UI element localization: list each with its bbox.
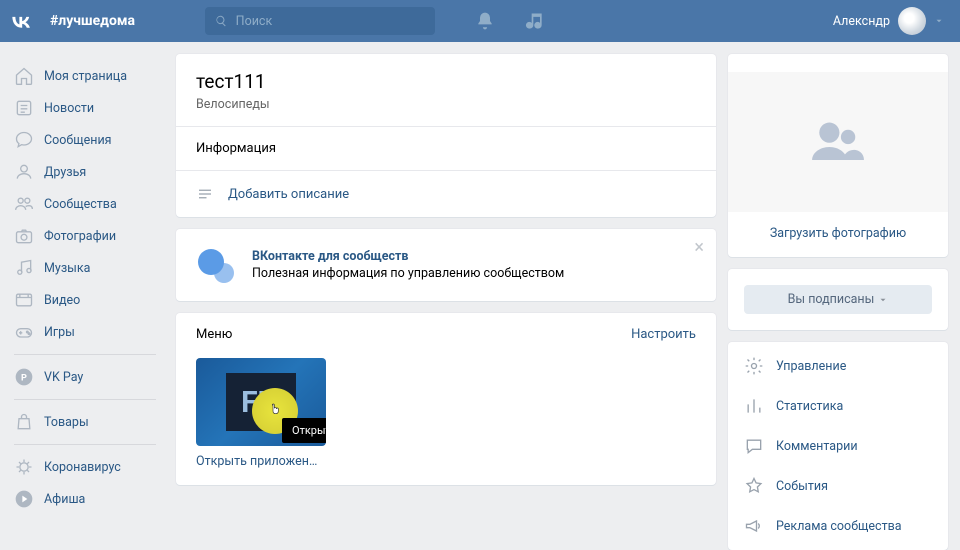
sidebar-item-events[interactable]: Афиша [6, 483, 164, 515]
close-icon[interactable]: × [694, 241, 704, 255]
svg-text:P: P [21, 373, 27, 383]
megaphone-icon [744, 516, 764, 536]
news-icon [14, 98, 34, 118]
sidebar-item-label: Афиша [44, 492, 85, 507]
music-note-icon [14, 258, 34, 278]
group-header-card: тест111 Велосипеды Информация Добавить о… [176, 54, 716, 217]
home-icon [14, 66, 34, 86]
stats-icon [744, 396, 764, 416]
sidebar-item-groups[interactable]: Сообщества [6, 188, 164, 220]
sidebar-item-label: Друзья [44, 165, 86, 180]
tip-text: Полезная информация по управлению сообще… [252, 266, 564, 281]
bag-icon [14, 412, 34, 432]
sidebar-item-label: Игры [44, 325, 75, 340]
sidebar-item-label: Сообщества [44, 197, 117, 212]
music-icon[interactable] [525, 11, 545, 31]
upload-photo[interactable]: Загрузить фотографию [770, 226, 906, 241]
sidebar-item-vkpay[interactable]: P VK Pay [6, 361, 164, 393]
gamepad-icon [14, 322, 34, 342]
separator [14, 444, 156, 445]
username: Алексндр [833, 14, 890, 29]
play-icon [14, 489, 34, 509]
sidebar-item-video[interactable]: Видео [6, 284, 164, 316]
sidebar-item-messages[interactable]: Сообщения [6, 124, 164, 156]
sidebar-item-covid[interactable]: Коронавирус [6, 451, 164, 483]
subscribe-card: Вы подписаны [728, 269, 948, 330]
add-description[interactable]: Добавить описание [176, 171, 716, 217]
sidebar-item-news[interactable]: Новости [6, 92, 164, 124]
photo-placeholder [728, 72, 948, 212]
tip-card: ВКонтакте для сообществ Полезная информа… [176, 229, 716, 301]
gear-icon [744, 356, 764, 376]
management-card: Управление Статистика Комментарии Событи… [728, 342, 948, 550]
app-label[interactable]: Открыть приложен… [196, 454, 326, 469]
mgmt-stats[interactable]: Статистика [728, 386, 948, 426]
sidebar-item-photos[interactable]: Фотографии [6, 220, 164, 252]
sidebar-item-games[interactable]: Игры [6, 316, 164, 348]
sidebar-item-label: Товары [44, 415, 89, 430]
main: тест111 Велосипеды Информация Добавить о… [176, 54, 716, 550]
messages-icon [14, 130, 34, 150]
mgmt-comments[interactable]: Комментарии [728, 426, 948, 466]
menu-card: Меню Настроить FP Открыть приложение Отк… [176, 313, 716, 485]
camera-icon [14, 226, 34, 246]
comment-icon [744, 436, 764, 456]
app-thumb[interactable]: FP Открыть приложение [196, 358, 326, 446]
sidebar-item-label: Видео [44, 293, 80, 308]
group-title: тест111 [196, 70, 696, 93]
video-icon [14, 290, 34, 310]
header-hashtag[interactable]: #лучшедома [42, 13, 205, 29]
friends-icon [14, 162, 34, 182]
sidebar-item-label: Сообщения [44, 133, 112, 148]
sidebar-item-label: VK Pay [44, 370, 83, 385]
mgmt-events[interactable]: События [728, 466, 948, 506]
sidebar-item-label: Новости [44, 101, 94, 116]
app-tile[interactable]: FP Открыть приложение Открыть приложен… [196, 358, 326, 469]
sidebar-item-label: Фотографии [44, 229, 116, 244]
chevron-down-icon [934, 16, 944, 26]
sidebar-item-label: Моя страница [44, 69, 127, 84]
pointer-cursor-icon [267, 402, 283, 420]
separator [14, 399, 156, 400]
bell-icon[interactable] [475, 11, 495, 31]
tip-title[interactable]: ВКонтакте для сообществ [252, 249, 564, 264]
header-icons [435, 11, 545, 31]
groups-icon [14, 194, 34, 214]
list-icon [196, 185, 214, 203]
info-section-title: Информация [176, 127, 716, 171]
search-input[interactable] [236, 14, 425, 29]
menu-title: Меню [196, 327, 232, 342]
sidebar-item-label: Коронавирус [44, 460, 121, 475]
right-sidebar: Загрузить фотографию Вы подписаны Управл… [728, 54, 948, 550]
sidebar-item-friends[interactable]: Друзья [6, 156, 164, 188]
search-icon [215, 14, 228, 28]
photo-card: Загрузить фотографию [728, 54, 948, 257]
search-box[interactable] [205, 7, 435, 35]
separator [14, 354, 156, 355]
virus-icon [14, 457, 34, 477]
star-icon [744, 476, 764, 496]
mgmt-manage[interactable]: Управление [728, 346, 948, 386]
vkpay-icon: P [14, 367, 34, 387]
chevron-down-icon [878, 295, 888, 305]
sidebar: Моя страница Новости Сообщения Друзья Со… [0, 54, 164, 550]
header-user[interactable]: Алексндр [833, 7, 960, 35]
sidebar-item-profile[interactable]: Моя страница [6, 60, 164, 92]
avatar [898, 7, 926, 35]
menu-configure[interactable]: Настроить [631, 327, 696, 342]
sidebar-item-label: Музыка [44, 261, 90, 276]
group-placeholder-icon [802, 112, 874, 172]
community-tip-icon [196, 245, 236, 285]
vk-logo[interactable] [0, 0, 42, 42]
mgmt-ads[interactable]: Реклама сообщества [728, 506, 948, 546]
header: #лучшедома Алексндр [0, 0, 960, 42]
group-category: Велосипеды [196, 97, 696, 112]
sidebar-item-music[interactable]: Музыка [6, 252, 164, 284]
tooltip: Открыть приложение [282, 418, 326, 443]
subscribed-button[interactable]: Вы подписаны [744, 285, 932, 314]
sidebar-item-market[interactable]: Товары [6, 406, 164, 438]
